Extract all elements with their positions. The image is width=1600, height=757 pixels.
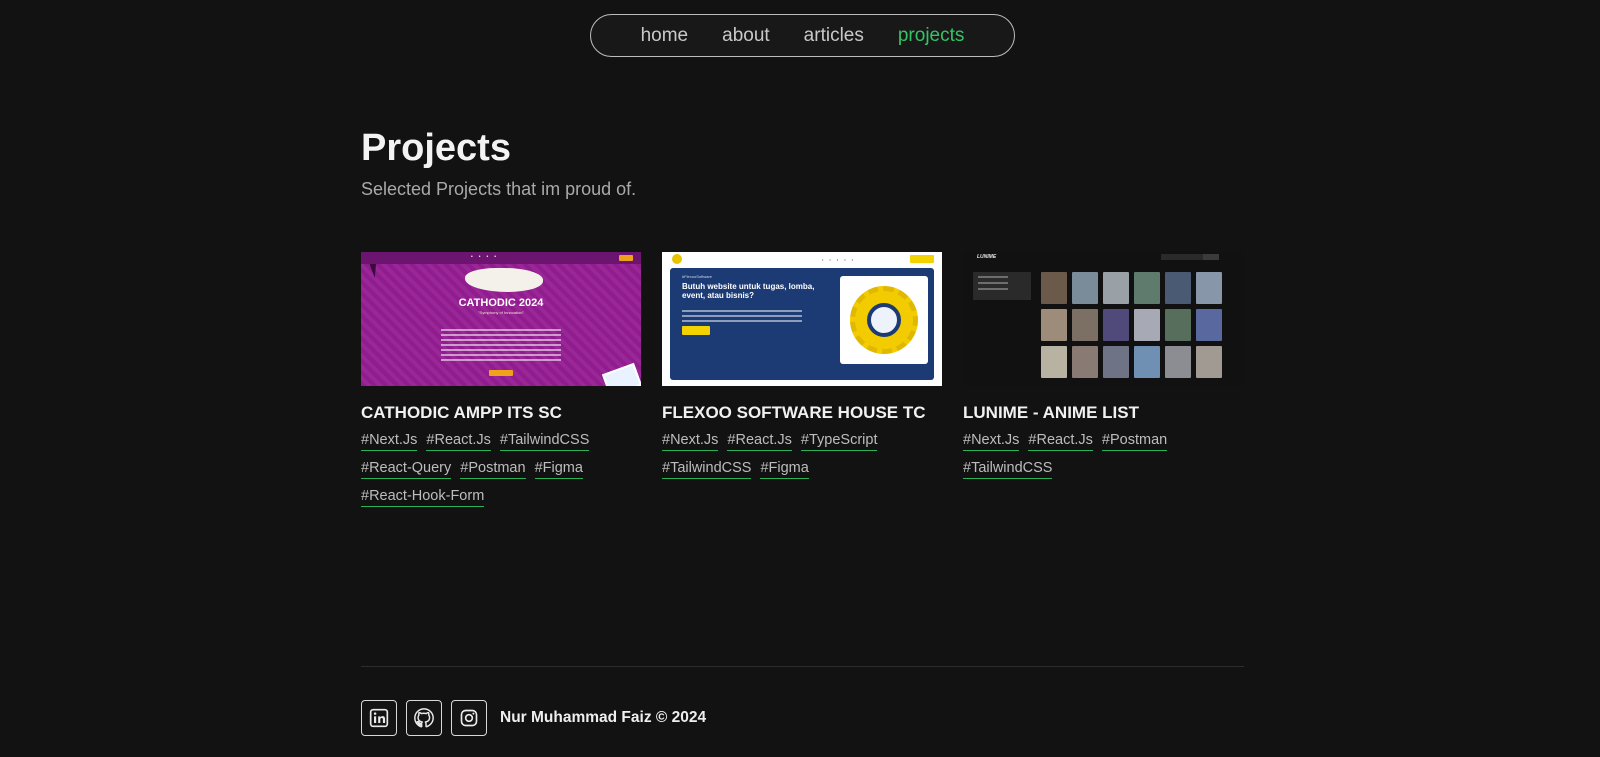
project-title[interactable]: FLEXOO SOFTWARE HOUSE TC: [662, 403, 942, 423]
tag-list: #Next.Js #React.Js #Postman #TailwindCSS: [963, 432, 1243, 479]
thumb-panel: [840, 276, 928, 364]
nav-projects[interactable]: projects: [898, 25, 965, 47]
tag-item[interactable]: #React.Js: [727, 432, 792, 451]
project-card-lunime[interactable]: LUNIME LUNIME - ANIME LIST #Next.Js #Rea…: [963, 252, 1243, 507]
tag-item[interactable]: #TypeScript: [800, 432, 878, 451]
tag-item[interactable]: #Figma: [760, 460, 809, 479]
page-subtitle: Selected Projects that im proud of.: [361, 179, 637, 199]
thumb-logo: LUNIME: [977, 254, 997, 260]
gear-icon: [850, 286, 918, 354]
tag-item[interactable]: #Postman: [460, 460, 526, 479]
instagram-button[interactable]: [451, 700, 487, 736]
tag-item[interactable]: #Postman: [1101, 432, 1168, 451]
thumb-text-lines: [441, 329, 561, 364]
tag-item[interactable]: #React-Query: [361, 460, 452, 479]
social-links: [361, 700, 487, 736]
thumb-headline: CATHODIC 2024: [458, 297, 544, 309]
thumb-navbar: •••••: [662, 252, 942, 265]
tag-item[interactable]: #Next.Js: [662, 432, 719, 451]
project-card-flexoo[interactable]: ••••• #FlexooSoftware Butuh website untu…: [662, 252, 942, 507]
top-nav: home about articles projects: [590, 14, 1015, 57]
project-card-cathodic[interactable]: •••• CATHODIC 2024 "Symphony of Innovati…: [361, 252, 641, 507]
tag-item[interactable]: #Next.Js: [963, 432, 1020, 451]
project-list: •••• CATHODIC 2024 "Symphony of Innovati…: [361, 252, 1243, 507]
tag-item[interactable]: #TailwindCSS: [963, 460, 1053, 479]
copyright-text: Nur Muhammad Faiz © 2024: [500, 709, 707, 726]
project-title[interactable]: LUNIME - ANIME LIST: [963, 403, 1243, 423]
page-title: Projects: [361, 127, 511, 169]
tag-list: #Next.Js #React.Js #TypeScript #Tailwind…: [662, 432, 942, 479]
thumb-navbar: LUNIME: [963, 252, 1243, 262]
tag-item[interactable]: #TailwindCSS: [662, 460, 752, 479]
thumb-cta: [489, 370, 513, 376]
nav-articles[interactable]: articles: [804, 25, 864, 47]
tag-item[interactable]: #React.Js: [426, 432, 491, 451]
project-title[interactable]: CATHODIC AMPP ITS SC: [361, 403, 641, 423]
project-thumbnail-lunime[interactable]: LUNIME: [963, 252, 1243, 386]
tag-item[interactable]: #TailwindCSS: [499, 432, 590, 451]
instagram-icon: [460, 709, 478, 727]
linkedin-button[interactable]: [361, 700, 397, 736]
thumb-sidebar: [973, 272, 1031, 300]
project-thumbnail-flexoo[interactable]: ••••• #FlexooSoftware Butuh website untu…: [662, 252, 942, 386]
thumb-navbar: ••••: [361, 252, 641, 264]
thumb-headline: Butuh website untuk tugas, lomba, event,…: [682, 282, 815, 300]
footer-divider: [361, 666, 1244, 667]
tag-list: #Next.Js #React.Js #TailwindCSS #React-Q…: [361, 432, 641, 507]
github-button[interactable]: [406, 700, 442, 736]
github-icon: [414, 708, 434, 728]
thumb-poster-grid: [1041, 272, 1222, 378]
thumb-hero: #FlexooSoftware Butuh website untuk tuga…: [670, 268, 934, 380]
linkedin-icon: [369, 708, 389, 728]
tag-item[interactable]: #Next.Js: [361, 432, 418, 451]
tag-item[interactable]: #Figma: [534, 460, 583, 479]
thumb-logo-blob: [465, 268, 543, 292]
tag-item[interactable]: #React-Hook-Form: [361, 488, 485, 507]
project-thumbnail-cathodic[interactable]: •••• CATHODIC 2024 "Symphony of Innovati…: [361, 252, 641, 386]
tag-item[interactable]: #React.Js: [1028, 432, 1093, 451]
nav-home[interactable]: home: [641, 25, 689, 47]
thumb-tagline: "Symphony of Innovation": [478, 310, 524, 315]
thumb-photo: [601, 362, 641, 386]
nav-about[interactable]: about: [722, 25, 770, 47]
